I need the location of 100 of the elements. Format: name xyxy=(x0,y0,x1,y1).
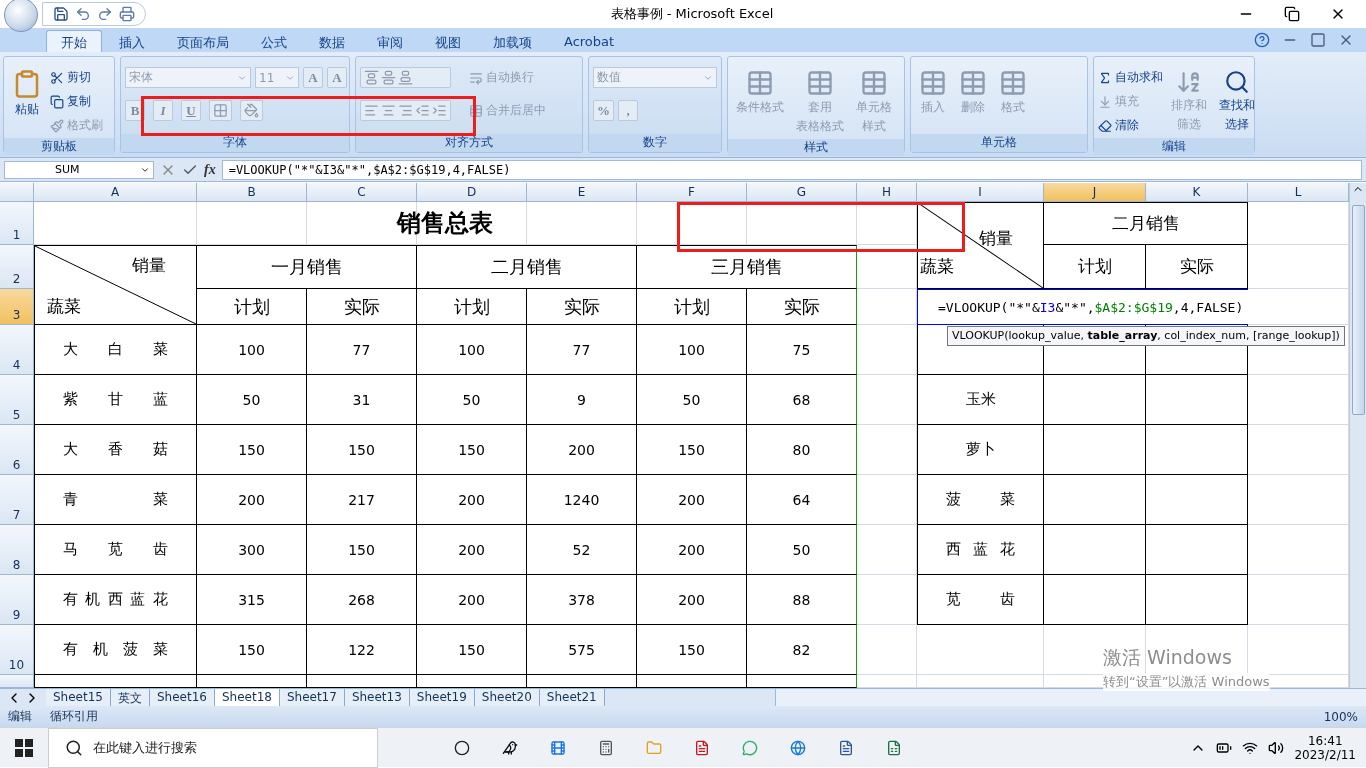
indent-decrease-icon xyxy=(415,103,430,118)
cell-formula[interactable]: =VLOOKUP("*"&I3&"*",$A$2:$G$19,4,FALSE) xyxy=(917,289,1248,325)
table-cell: 150 xyxy=(637,425,747,475)
column-header[interactable]: E xyxy=(527,183,637,202)
sheet-tab[interactable]: Sheet17 xyxy=(279,689,345,706)
column-heading: 计划 xyxy=(197,289,307,325)
sheet-tab[interactable]: 英文 xyxy=(110,689,150,706)
ribbon-button[interactable]: 复制 xyxy=(50,91,103,112)
row-header[interactable]: 2 xyxy=(0,245,34,289)
insert-function-button[interactable]: fx xyxy=(204,161,216,178)
name-box[interactable]: SUM xyxy=(4,160,154,179)
ribbon-tab[interactable]: 加载项 xyxy=(478,30,547,52)
sheet-tab[interactable]: Sheet18 xyxy=(214,689,280,706)
group-label: 字体 xyxy=(121,134,349,152)
windows-logo-icon[interactable] xyxy=(15,738,33,757)
header-label: 销量 xyxy=(979,227,1013,250)
header-label: 蔬菜 xyxy=(47,295,81,318)
group-label: 单元格 xyxy=(911,134,1087,152)
film-icon[interactable] xyxy=(550,739,566,756)
row-header[interactable]: 3 xyxy=(0,289,34,325)
ribbon-tab[interactable]: 审阅 xyxy=(362,30,418,52)
sheet-tab[interactable]: Sheet21 xyxy=(539,689,605,706)
column-heading: 计划 xyxy=(1044,245,1146,289)
horizontal-scrollbar[interactable] xyxy=(774,689,1366,706)
search-field[interactable]: 在此键入进行搜索 xyxy=(48,727,378,768)
column-header[interactable]: A xyxy=(34,183,197,202)
column-header[interactable]: I xyxy=(917,183,1044,202)
ribbon-button[interactable]: 自动求和 xyxy=(1098,67,1163,88)
ribbon-tab[interactable]: 页面布局 xyxy=(162,30,244,52)
table-cell: 52 xyxy=(527,525,637,575)
table-cell: 200 xyxy=(637,475,747,525)
ribbon-button[interactable]: 查找和 选择 xyxy=(1215,67,1259,136)
group-label: 样式 xyxy=(728,139,904,156)
ribbon-tab[interactable]: Acrobat xyxy=(549,30,630,52)
table-cell: 大 香 菇 xyxy=(34,425,197,475)
ribbon-tab[interactable]: 数据 xyxy=(304,30,360,52)
eraser-icon xyxy=(1098,118,1112,133)
sheet-tab[interactable]: Sheet16 xyxy=(149,689,215,706)
restore-icon[interactable] xyxy=(1284,6,1300,22)
ribbon-button[interactable]: 剪切 xyxy=(50,67,103,88)
column-header[interactable]: J xyxy=(1044,183,1146,202)
paintbrush-icon xyxy=(50,118,64,133)
table-icon xyxy=(746,69,774,97)
vertical-scrollbar[interactable] xyxy=(1349,183,1366,688)
bird-icon[interactable] xyxy=(502,739,518,756)
row-header[interactable]: 5 xyxy=(0,375,34,425)
office-button[interactable] xyxy=(4,0,38,32)
calculator-icon[interactable] xyxy=(598,739,614,756)
ribbon-tab[interactable]: 开始 xyxy=(46,30,102,52)
window-title: 表格事例 - Microsoft Excel xyxy=(609,5,775,23)
column-header[interactable]: B xyxy=(197,183,307,202)
table-cell: 100 xyxy=(637,325,747,375)
column-header[interactable]: H xyxy=(857,183,917,202)
sheet-tab[interactable]: Sheet15 xyxy=(46,689,111,706)
column-header[interactable]: D xyxy=(417,183,527,202)
save-icon[interactable] xyxy=(53,6,69,22)
column-header[interactable]: G xyxy=(747,183,857,202)
column-header[interactable]: C xyxy=(307,183,417,202)
sheet-tab[interactable]: Sheet19 xyxy=(409,689,475,706)
table-cell: 150 xyxy=(307,525,417,575)
row-header[interactable]: 1 xyxy=(0,202,34,245)
table-cell: 100 xyxy=(197,325,307,375)
column-header[interactable]: K xyxy=(1146,183,1248,202)
ribbon-tab[interactable]: 插入 xyxy=(104,30,160,52)
sheet-tab[interactable]: Sheet20 xyxy=(474,689,540,706)
spreadsheet-icon[interactable] xyxy=(886,739,902,756)
table-icon xyxy=(860,69,888,97)
formula-field[interactable]: =VLOOKUP("*"&I3&"*",$A$2:$G$19,4,FALSE) xyxy=(221,159,1362,180)
chat-bubble-icon[interactable] xyxy=(742,739,758,756)
ribbon-tab[interactable]: 视图 xyxy=(420,30,476,52)
globe-icon[interactable] xyxy=(790,739,806,756)
row-header[interactable]: 4 xyxy=(0,325,34,375)
ribbon-tab[interactable]: 公式 xyxy=(246,30,302,52)
ribbon-button[interactable]: 清除 xyxy=(1098,115,1163,136)
undo-icon[interactable] xyxy=(75,6,91,22)
table-cell: 200 xyxy=(197,475,307,525)
table-cell: 200 xyxy=(637,575,747,625)
group-label: 编辑 xyxy=(1094,138,1254,155)
circle-icon[interactable] xyxy=(454,739,470,756)
search-icon xyxy=(65,738,83,757)
row-header[interactable]: 10 xyxy=(0,625,34,675)
table-cell: 200 xyxy=(417,525,527,575)
table-icon xyxy=(469,103,483,118)
paste-button[interactable]: 粘贴 xyxy=(8,67,46,136)
table-cell: 64 xyxy=(747,475,857,525)
help-icon[interactable] xyxy=(1254,32,1270,48)
document-icon[interactable] xyxy=(694,739,710,756)
redo-icon[interactable] xyxy=(97,6,113,22)
column-header[interactable]: F xyxy=(637,183,747,202)
document-icon[interactable] xyxy=(838,739,854,756)
row-header[interactable]: 9 xyxy=(0,575,34,625)
table-cell: 马 苋 齿 xyxy=(34,525,197,575)
table-cell: 苋 齿 xyxy=(917,575,1044,625)
row-header[interactable]: 8 xyxy=(0,525,34,575)
sheet-tab[interactable]: Sheet13 xyxy=(344,689,410,706)
volume-icon[interactable] xyxy=(1268,739,1285,756)
printer-icon[interactable] xyxy=(119,6,135,22)
row-header[interactable]: 7 xyxy=(0,475,34,525)
column-header[interactable]: L xyxy=(1248,183,1349,202)
row-header[interactable]: 6 xyxy=(0,425,34,475)
